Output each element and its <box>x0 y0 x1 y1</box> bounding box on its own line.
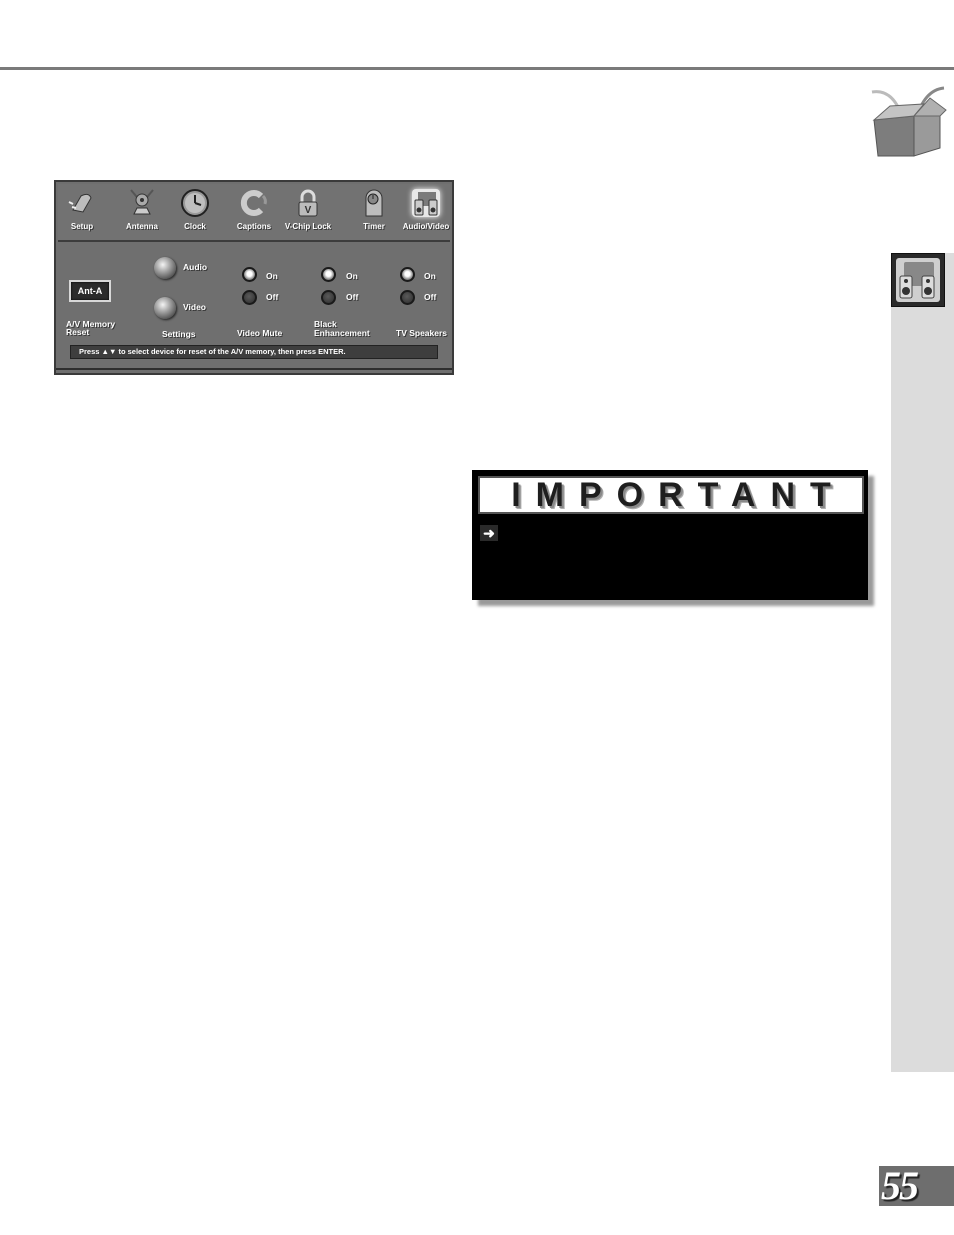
lock-icon: V <box>298 189 318 217</box>
menu-item-setup[interactable]: Setup <box>54 188 110 231</box>
settings-label: Settings <box>162 329 196 339</box>
audio-settings-label: Audio <box>183 262 208 272</box>
menu-item-vchip-lock[interactable]: V V-Chip Lock <box>280 188 336 231</box>
tv-speakers-off-radio[interactable] <box>400 290 415 305</box>
status-bar: Press ▲▼ to select device for reset of t… <box>70 345 438 359</box>
video-mute-off-radio[interactable] <box>242 290 257 305</box>
black-enhancement-on-radio[interactable] <box>321 267 336 282</box>
menu-item-captions[interactable]: Captions <box>226 188 282 231</box>
important-box: IMPORTANT ➜ <box>472 470 868 600</box>
tv-menu-screenshot: Setup Antenna Clock Captions V V-Chip Lo… <box>54 180 454 375</box>
tv-speakers-on-radio[interactable] <box>400 267 415 282</box>
menu-item-antenna[interactable]: Antenna <box>114 188 170 231</box>
video-mute-off-label: Off <box>266 292 279 302</box>
side-tab <box>891 253 954 1072</box>
menu-bottom-rule <box>56 368 452 370</box>
video-settings-label: Video <box>183 302 206 312</box>
header-rule <box>0 67 954 70</box>
video-mute-on-label: On <box>266 271 278 281</box>
av-memory-label-line2: Reset <box>66 327 90 337</box>
tv-speakers-on-label: On <box>424 271 436 281</box>
audio-settings-button[interactable] <box>154 257 176 279</box>
black-enhancement-label-line2: Enhancement <box>314 328 370 338</box>
menu-icon-bar: Setup Antenna Clock Captions V V-Chip Lo… <box>58 184 450 242</box>
important-title: IMPORTANT <box>511 476 846 514</box>
side-tab-speakers-icon <box>891 253 945 307</box>
plug-icon <box>68 193 92 213</box>
menu-item-audio-video[interactable]: Audio/Video <box>398 188 454 231</box>
tv-speakers-off-label: Off <box>424 292 437 302</box>
video-mute-label: Video Mute <box>237 328 283 338</box>
clock-icon <box>181 189 209 217</box>
video-mute-on-radio[interactable] <box>242 267 257 282</box>
black-enhancement-on-label: On <box>346 271 358 281</box>
menu-item-clock[interactable]: Clock <box>167 188 223 231</box>
open-box-icon <box>871 86 947 157</box>
page-number: 55 <box>879 1166 954 1206</box>
captions-icon <box>240 190 267 216</box>
tv-speakers-label: TV Speakers <box>396 328 448 338</box>
svg-text:V: V <box>305 205 312 216</box>
video-settings-button[interactable] <box>154 297 176 319</box>
black-enhancement-off-label: Off <box>346 292 359 302</box>
important-title-strip: IMPORTANT <box>478 476 864 514</box>
menu-item-timer[interactable]: Timer <box>346 188 402 231</box>
antenna-icon <box>130 189 154 215</box>
speakers-icon <box>412 189 440 217</box>
black-enhancement-off-radio[interactable] <box>321 290 336 305</box>
timer-icon <box>365 189 383 217</box>
av-memory-reset-field[interactable]: Ant-A <box>69 280 111 302</box>
right-arrow-icon: ➜ <box>480 525 498 541</box>
